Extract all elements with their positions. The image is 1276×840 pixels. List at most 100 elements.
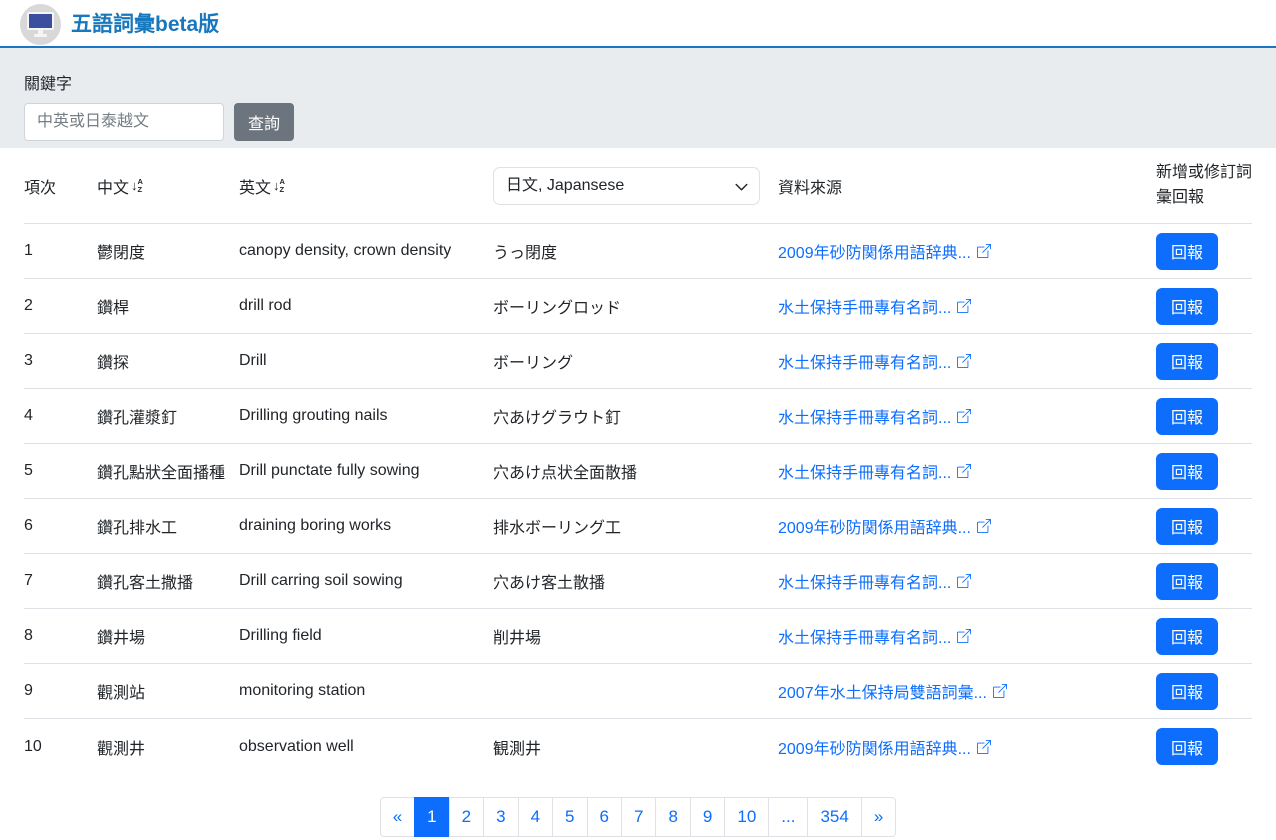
column-header-chinese-label: 中文 xyxy=(97,174,129,198)
pagination-ellipsis: ... xyxy=(768,797,808,837)
column-header-english[interactable]: 英文 ↓ AZ xyxy=(239,174,493,198)
table-header-row: 項次 中文 ↓ AZ 英文 ↓ AZ 日文, Japansese xyxy=(24,148,1252,224)
source-link-label: 2009年砂防関係用語辞典... xyxy=(778,239,971,263)
chinese-term: 鑽孔點狀全面播種 xyxy=(97,459,239,483)
pagination-page-10[interactable]: 10 xyxy=(724,797,769,837)
english-term: Drilling field xyxy=(239,627,493,645)
english-term: Drill carring soil sowing xyxy=(239,572,493,590)
source-link[interactable]: 水土保持手冊專有名詞... xyxy=(778,569,971,593)
japanese-term: 穴あけ点状全面散播 xyxy=(493,459,778,483)
row-index: 10 xyxy=(24,738,97,756)
pagination-page-7[interactable]: 7 xyxy=(621,797,656,837)
row-index: 6 xyxy=(24,517,97,535)
english-term: Drill xyxy=(239,352,493,370)
row-index: 7 xyxy=(24,572,97,590)
english-term: monitoring station xyxy=(239,682,493,700)
chinese-term: 鑽孔排水工 xyxy=(97,514,239,538)
source-link[interactable]: 水土保持手冊專有名詞... xyxy=(778,459,971,483)
source-link-label: 2009年砂防関係用語辞典... xyxy=(778,514,971,538)
report-button[interactable]: 回報 xyxy=(1156,453,1218,490)
source-link[interactable]: 水土保持手冊專有名詞... xyxy=(778,349,971,373)
pagination-page-8[interactable]: 8 xyxy=(655,797,690,837)
source-cell: 水土保持手冊專有名詞... xyxy=(778,624,1156,648)
source-link[interactable]: 水土保持手冊專有名詞... xyxy=(778,404,971,428)
report-button[interactable]: 回報 xyxy=(1156,233,1218,270)
row-index: 9 xyxy=(24,682,97,700)
pagination-page-4[interactable]: 4 xyxy=(518,797,553,837)
keyword-label: 關鍵字 xyxy=(24,70,1252,94)
sort-alpha-down-icon: ↓ AZ xyxy=(131,178,143,194)
vocabulary-table: 項次 中文 ↓ AZ 英文 ↓ AZ 日文, Japansese xyxy=(24,148,1252,774)
row-index: 8 xyxy=(24,627,97,645)
source-link[interactable]: 水土保持手冊專有名詞... xyxy=(778,624,971,648)
report-cell: 回報 xyxy=(1156,563,1252,600)
pagination-prev[interactable]: « xyxy=(380,797,415,837)
pagination: « 1 2 3 4 5 6 7 8 9 10 ... 354 » xyxy=(0,797,1276,837)
source-cell: 水土保持手冊專有名詞... xyxy=(778,349,1156,373)
external-link-icon xyxy=(977,519,991,533)
table-row: 2 鑽桿 drill rod ボーリングロッド 水土保持手冊專有名詞... 回報 xyxy=(24,279,1252,334)
column-header-chinese[interactable]: 中文 ↓ AZ xyxy=(97,174,239,198)
page-title: 五語詞彙beta版 xyxy=(71,8,219,38)
language-select[interactable]: 日文, Japansese xyxy=(493,167,760,205)
report-button[interactable]: 回報 xyxy=(1156,563,1218,600)
pagination-page-1[interactable]: 1 xyxy=(414,797,449,837)
source-link-label: 水土保持手冊專有名詞... xyxy=(778,459,951,483)
source-cell: 2009年砂防関係用語辞典... xyxy=(778,239,1156,263)
report-cell: 回報 xyxy=(1156,728,1252,765)
table-row: 4 鑽孔灌漿釘 Drilling grouting nails 穴あけグラウト釘… xyxy=(24,389,1252,444)
source-link-label: 水土保持手冊專有名詞... xyxy=(778,294,951,318)
chinese-term: 鑽桿 xyxy=(97,294,239,318)
report-cell: 回報 xyxy=(1156,673,1252,710)
pagination-page-6[interactable]: 6 xyxy=(587,797,622,837)
row-index: 4 xyxy=(24,407,97,425)
report-button[interactable]: 回報 xyxy=(1156,343,1218,380)
pagination-page-2[interactable]: 2 xyxy=(449,797,484,837)
pagination-page-3[interactable]: 3 xyxy=(483,797,518,837)
pagination-page-354[interactable]: 354 xyxy=(807,797,861,837)
chinese-term: 鑽孔灌漿釘 xyxy=(97,404,239,428)
source-cell: 2009年砂防関係用語辞典... xyxy=(778,514,1156,538)
pagination-page-9[interactable]: 9 xyxy=(690,797,725,837)
source-cell: 2009年砂防関係用語辞典... xyxy=(778,735,1156,759)
column-header-english-label: 英文 xyxy=(239,174,271,198)
source-link[interactable]: 2009年砂防関係用語辞典... xyxy=(778,735,991,759)
english-term: draining boring works xyxy=(239,517,493,535)
external-link-icon xyxy=(957,574,971,588)
report-button[interactable]: 回報 xyxy=(1156,508,1218,545)
source-cell: 2007年水土保持局雙語詞彙... xyxy=(778,679,1156,703)
monitor-icon xyxy=(27,12,54,30)
report-button[interactable]: 回報 xyxy=(1156,398,1218,435)
keyword-input[interactable] xyxy=(24,103,224,141)
app-logo xyxy=(20,4,61,45)
pagination-page-5[interactable]: 5 xyxy=(552,797,587,837)
source-link-label: 水土保持手冊專有名詞... xyxy=(778,349,951,373)
source-link[interactable]: 2007年水土保持局雙語詞彙... xyxy=(778,679,1007,703)
english-term: Drilling grouting nails xyxy=(239,407,493,425)
chinese-term: 觀測站 xyxy=(97,679,239,703)
chinese-term: 鑽孔客土撒播 xyxy=(97,569,239,593)
table-row: 1 鬱閉度 canopy density, crown density うっ閉度… xyxy=(24,224,1252,279)
source-link-label: 2009年砂防関係用語辞典... xyxy=(778,735,971,759)
app-header: 五語詞彙beta版 xyxy=(0,0,1276,48)
report-button[interactable]: 回報 xyxy=(1156,728,1218,765)
search-panel: 關鍵字 查詢 xyxy=(0,48,1276,148)
external-link-icon xyxy=(957,409,971,423)
source-link[interactable]: 2009年砂防関係用語辞典... xyxy=(778,514,991,538)
source-link[interactable]: 水土保持手冊專有名詞... xyxy=(778,294,971,318)
row-index: 3 xyxy=(24,352,97,370)
report-button[interactable]: 回報 xyxy=(1156,618,1218,655)
language-select-cell: 日文, Japansese xyxy=(493,167,778,205)
report-cell: 回報 xyxy=(1156,508,1252,545)
report-button[interactable]: 回報 xyxy=(1156,673,1218,710)
report-button[interactable]: 回報 xyxy=(1156,288,1218,325)
japanese-term: 穴あけ客土散播 xyxy=(493,569,778,593)
japanese-term: 削井場 xyxy=(493,624,778,648)
monitor-icon-base xyxy=(34,34,47,37)
source-link[interactable]: 2009年砂防関係用語辞典... xyxy=(778,239,991,263)
column-header-report: 新增或修訂詞彙回報 xyxy=(1156,161,1252,211)
source-link-label: 水土保持手冊專有名詞... xyxy=(778,569,951,593)
query-button[interactable]: 查詢 xyxy=(234,103,294,141)
pagination-next[interactable]: » xyxy=(861,797,896,837)
source-cell: 水土保持手冊專有名詞... xyxy=(778,294,1156,318)
